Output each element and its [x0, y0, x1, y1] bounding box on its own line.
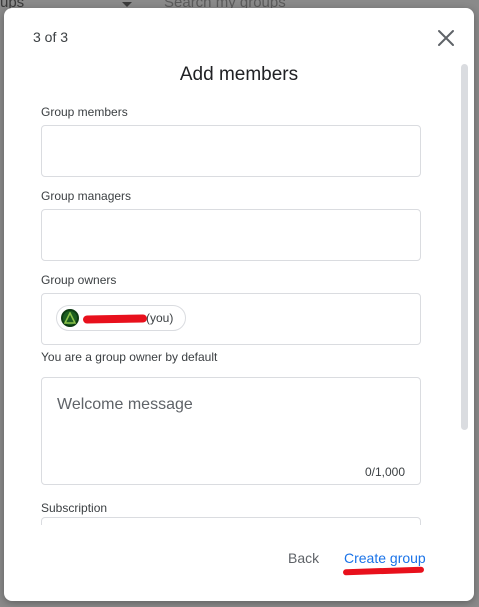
group-managers-label: Group managers	[41, 189, 132, 203]
owner-chip[interactable]: (you)	[56, 305, 186, 331]
annotation-underline	[342, 566, 425, 576]
step-indicator: 3 of 3	[33, 29, 69, 45]
redacted-name	[82, 314, 148, 324]
scrollbar[interactable]	[461, 64, 468, 430]
dialog-content: 3 of 3 Add members Group members Group m…	[4, 8, 474, 525]
character-counter: 0/1,000	[364, 465, 405, 479]
welcome-message-placeholder: Welcome message	[57, 396, 193, 413]
back-button[interactable]: Back	[288, 550, 319, 566]
subscription-label: Subscription	[41, 501, 108, 515]
subscription-select[interactable]	[41, 517, 421, 525]
dialog-title: Add members	[179, 64, 299, 85]
group-owners-label: Group owners	[41, 273, 117, 287]
caret-down-icon	[122, 2, 132, 7]
welcome-message-field[interactable]: Welcome message 0/1,000	[41, 377, 421, 485]
group-members-label: Group members	[41, 105, 128, 119]
group-managers-input[interactable]	[41, 209, 421, 261]
add-members-dialog: 3 of 3 Add members Group members Group m…	[4, 8, 474, 601]
group-members-input[interactable]	[41, 125, 421, 177]
owner-you-label: (you)	[146, 311, 174, 325]
avatar	[61, 309, 79, 327]
owner-helper-text: You are a group owner by default	[41, 350, 218, 364]
close-icon[interactable]	[434, 26, 458, 50]
create-group-button[interactable]: Create group	[344, 550, 426, 566]
group-owners-input[interactable]: (you)	[41, 293, 421, 345]
